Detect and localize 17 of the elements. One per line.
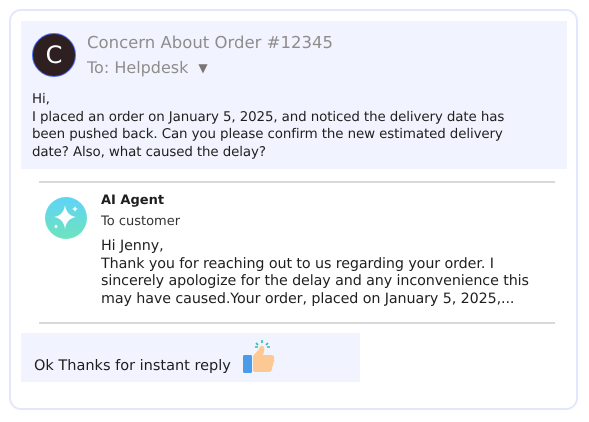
message-line: Hi,: [32, 91, 51, 108]
sender-name: AI Agent: [101, 193, 166, 208]
reply-text: Ok Thanks for instant reply: [34, 358, 231, 374]
message-line: may have caused.Your order, placed on January 5, 2025,...: [101, 290, 516, 308]
thumbs-up-icon: [240, 339, 277, 375]
message-line: been pushed back. Can you please confirm the new estimated delivery: [32, 126, 504, 144]
message-line: Thank you for reaching out to us regarding your order. I: [101, 256, 495, 273]
ticket-subject: Concern About Order #12345: [87, 33, 333, 52]
recipient-label: To customer: [101, 214, 182, 229]
avatar: C: [32, 33, 76, 77]
message-line: I placed an order on January 5, 2025, and noticed the delivery date has: [32, 108, 506, 126]
dropdown-caret[interactable]: ▼: [198, 60, 208, 74]
sparkle-avatar-icon: [45, 197, 87, 239]
message-line: sincerely apologize for the delay and any inconvenience this: [101, 273, 529, 290]
message-line: date? Also, what caused the delay?: [32, 144, 267, 161]
recipient-label: To: Helpdesk: [87, 58, 188, 77]
message-line: Hi Jenny,: [101, 238, 165, 256]
